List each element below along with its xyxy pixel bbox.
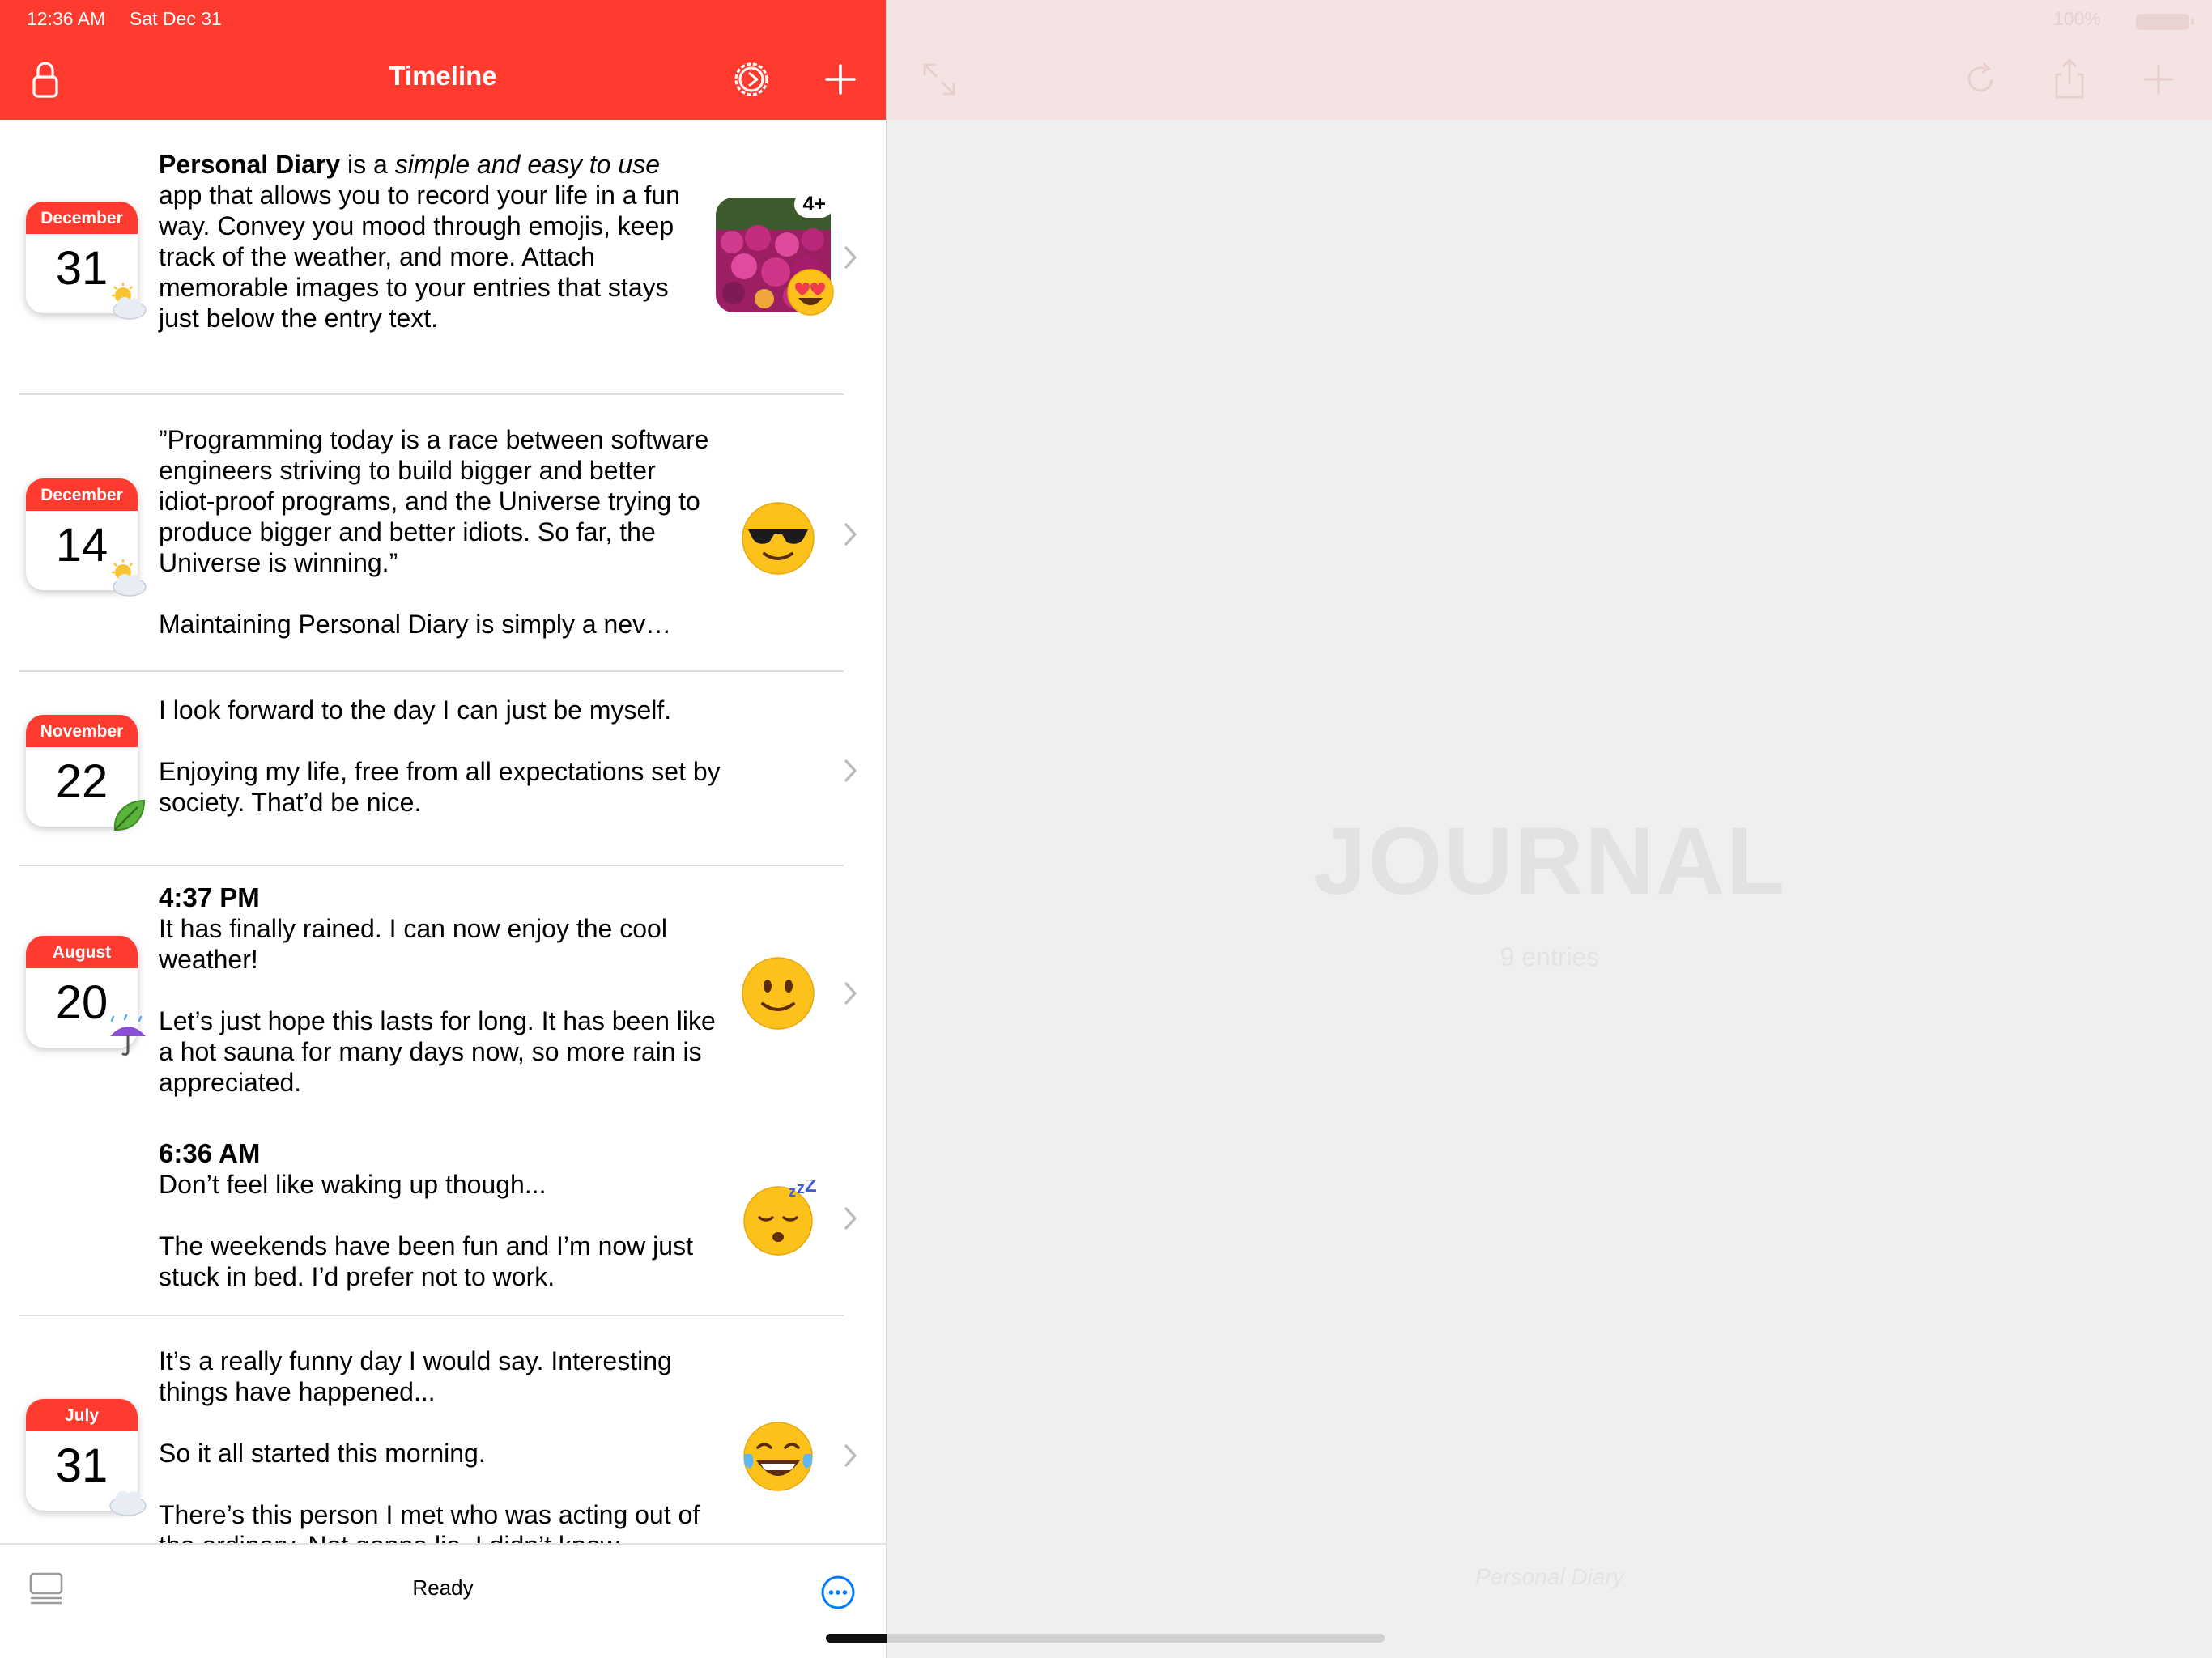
sun-behind-cloud-icon <box>112 559 147 597</box>
detail-header: 100% <box>887 0 2212 120</box>
entry-app-name: Personal Diary <box>159 150 341 179</box>
chevron-right-icon[interactable] <box>842 1442 860 1469</box>
cloud-icon <box>109 1491 147 1516</box>
entry-paragraph: Let’s just hope this lasts for long. It … <box>159 1006 716 1097</box>
sunglasses-emoji <box>742 502 815 575</box>
gear-icon[interactable] <box>727 55 776 104</box>
image-count-badge: 4+ <box>794 191 834 218</box>
slight-smile-emoji <box>742 957 815 1030</box>
home-indicator-segment <box>826 1634 887 1643</box>
battery-icon <box>2136 14 2194 30</box>
entry-count: 9 entries <box>1499 942 1600 971</box>
plus-icon[interactable] <box>2134 55 2183 104</box>
svg-text:z: z <box>797 1180 805 1197</box>
chevron-right-icon[interactable] <box>842 757 860 784</box>
entry-attachment[interactable]: 4+ <box>716 191 834 316</box>
svg-text:Z: Z <box>805 1180 816 1197</box>
calendar-date-badge: August 20 <box>26 936 146 1056</box>
add-entry-button[interactable] <box>816 55 865 104</box>
entry-paragraph: It’s a really funny day I would say. Int… <box>159 1346 672 1406</box>
leaf-icon <box>113 799 146 831</box>
entry-paragraph: Maintaining Personal Diary is simply a n… <box>159 610 672 639</box>
entry-text: It’s a really funny day I would say. Int… <box>159 1346 717 1545</box>
entry-text: 4:37 PM It has finally rained. I can now… <box>159 882 717 1098</box>
refresh-icon[interactable] <box>1956 55 2005 104</box>
sleeping-emoji: z z Z <box>743 1180 816 1256</box>
entry-time: 4:37 PM <box>159 882 260 912</box>
home-indicator <box>826 1634 1385 1643</box>
app-name-footer: Personal Diary <box>1475 1564 1624 1589</box>
sun-behind-cloud-icon <box>112 283 147 320</box>
entry-paragraph: Don’t feel like waking up though... <box>159 1170 547 1199</box>
bottom-toolbar: Ready <box>0 1543 886 1658</box>
list-item[interactable]: November 22 I look forward to the day I … <box>0 672 886 866</box>
battery-percentage: 100% <box>2053 8 2101 29</box>
entry-paragraph: I look forward to the day I can just be … <box>159 695 672 725</box>
chevron-right-icon[interactable] <box>842 980 860 1007</box>
entry-paragraph: Enjoying my life, free from all expectat… <box>159 757 721 817</box>
entry-paragraph: It has finally rained. I can now enjoy t… <box>159 914 667 974</box>
calendar-date-badge: November 22 <box>26 715 146 831</box>
tears-of-joy-emoji <box>743 1422 813 1491</box>
heart-eyes-emoji <box>787 269 834 316</box>
share-icon[interactable] <box>2045 55 2094 104</box>
entry-text-part: is a <box>340 150 395 179</box>
entry-month: December <box>26 478 138 511</box>
calendar-date-badge: July 31 <box>26 1399 147 1516</box>
status-date: Sat Dec 31 <box>130 8 222 29</box>
list-item[interactable]: July 31 It’s a really funny day I would … <box>0 1316 886 1545</box>
entry-text: Personal Diary is a simple and easy to u… <box>159 149 693 334</box>
entry-paragraph: ”Programming today is a race between sof… <box>159 425 709 577</box>
entry-text-part: app that allows you to record your life … <box>159 181 680 333</box>
entry-list[interactable]: December 31 Personal Diary is a simple a… <box>0 120 886 1545</box>
detail-pane: 100% JOURNAL 9 entries Personal Diary <box>887 0 2212 1658</box>
entry-month: July <box>26 1399 138 1431</box>
entry-text: 6:36 AM Don’t feel like waking up though… <box>159 1138 717 1292</box>
entry-text: I look forward to the day I can just be … <box>159 695 774 818</box>
svg-text:z: z <box>789 1184 796 1200</box>
calendar-date-badge: December 14 <box>26 478 147 597</box>
entry-paragraph: There’s this person I met who was acting… <box>159 1500 700 1545</box>
chevron-right-icon[interactable] <box>842 521 860 548</box>
entry-time: 6:36 AM <box>159 1138 261 1168</box>
journal-title: JOURNAL <box>1312 808 1787 915</box>
entry-paragraph: The weekends have been fun and I’m now j… <box>159 1231 693 1291</box>
list-item[interactable]: December 31 Personal Diary is a simple a… <box>0 120 886 395</box>
list-item[interactable]: December 14 ”Programming today is a race… <box>0 395 886 672</box>
entry-paragraph: So it all started this morning. <box>159 1439 486 1468</box>
status-text: Ready <box>412 1575 474 1600</box>
chevron-right-icon[interactable] <box>842 244 860 271</box>
list-item[interactable]: August 20 4:37 PM It has finally rained.… <box>0 866 886 1316</box>
status-time: 12:36 AM <box>27 8 106 29</box>
calendar-date-badge: December 31 <box>26 202 147 320</box>
entry-month: August <box>26 936 138 968</box>
timeline-pane: 12:36 AM Sat Dec 31 Timeline December 31 <box>0 0 887 1658</box>
more-options-icon[interactable] <box>819 1574 857 1611</box>
entry-emphasis: simple and easy to use <box>394 150 660 179</box>
expand-icon[interactable] <box>915 55 963 104</box>
entry-month: November <box>26 715 138 747</box>
entry-text: ”Programming today is a race between sof… <box>159 424 717 640</box>
chevron-right-icon[interactable] <box>842 1205 860 1232</box>
timeline-header: 12:36 AM Sat Dec 31 Timeline <box>0 0 886 120</box>
entry-month: December <box>26 202 138 234</box>
umbrella-rain-icon <box>110 1014 146 1056</box>
